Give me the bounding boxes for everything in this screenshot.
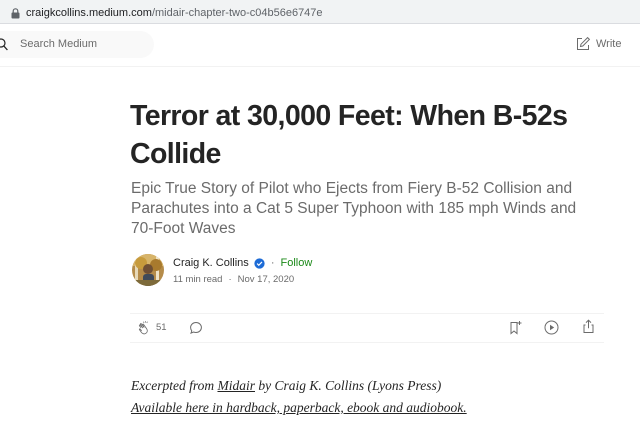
article-title: Terror at 30,000 Feet: When B-52s Collid… bbox=[130, 100, 568, 170]
search-input[interactable]: Search Medium bbox=[20, 38, 97, 51]
action-bar-divider-bottom bbox=[130, 342, 604, 343]
availability-link[interactable]: Available here in hardback, paperback, e… bbox=[131, 400, 467, 415]
url-field[interactable]: craigkcollins.medium.com/midair-chapter-… bbox=[2, 3, 638, 22]
excerpt-paragraph: Excerpted from Midair by Craig K. Collin… bbox=[131, 375, 611, 419]
url-domain: craigkcollins.medium.com bbox=[26, 7, 152, 19]
follow-button[interactable]: Follow bbox=[280, 257, 312, 270]
clap-count: 51 bbox=[156, 322, 167, 333]
book-link[interactable]: Midair bbox=[217, 378, 255, 393]
author-avatar[interactable] bbox=[132, 254, 164, 286]
url-text[interactable]: craigkcollins.medium.com/midair-chapter-… bbox=[26, 7, 323, 19]
header-divider bbox=[0, 66, 640, 67]
search-icon[interactable] bbox=[0, 38, 8, 51]
write-icon bbox=[577, 36, 591, 50]
url-path: /midair-chapter-two-c04b56e6747e bbox=[151, 7, 323, 19]
bookmark-icon[interactable] bbox=[508, 320, 523, 335]
lock-icon[interactable] bbox=[11, 8, 20, 19]
author-row: Craig K. Collins · Follow bbox=[173, 257, 312, 270]
write-button[interactable]: Write bbox=[575, 35, 621, 53]
meta-separator: · bbox=[228, 274, 232, 285]
response-icon[interactable] bbox=[189, 321, 203, 335]
article-subtitle: Epic True Story of Pilot who Ejects from… bbox=[131, 180, 577, 237]
excerpt-line-availability: Available here in hardback, paperback, e… bbox=[131, 397, 611, 419]
publish-date: Nov 17, 2020 bbox=[237, 274, 295, 285]
avatar-image bbox=[132, 254, 164, 286]
excerpt-prefix: Excerpted from bbox=[131, 378, 218, 393]
clap-icon bbox=[138, 321, 148, 335]
clap-button[interactable]: 51 bbox=[137, 320, 167, 335]
listen-icon[interactable] bbox=[544, 320, 559, 335]
excerpt-line-credit: Excerpted from Midair by Craig K. Collin… bbox=[131, 375, 611, 397]
author-name[interactable]: Craig K. Collins bbox=[173, 257, 249, 270]
verified-badge-icon bbox=[254, 258, 265, 269]
action-bar-divider-top bbox=[130, 313, 604, 314]
browser-address-bar: craigkcollins.medium.com/midair-chapter-… bbox=[0, 0, 640, 24]
author-separator: · bbox=[270, 257, 275, 269]
excerpt-suffix: by Craig K. Collins (Lyons Press) bbox=[255, 378, 442, 393]
share-icon[interactable] bbox=[581, 319, 596, 334]
article-meta: 11 min read · Nov 17, 2020 bbox=[173, 274, 294, 286]
write-label: Write bbox=[596, 38, 622, 50]
read-time: 11 min read bbox=[173, 274, 223, 285]
